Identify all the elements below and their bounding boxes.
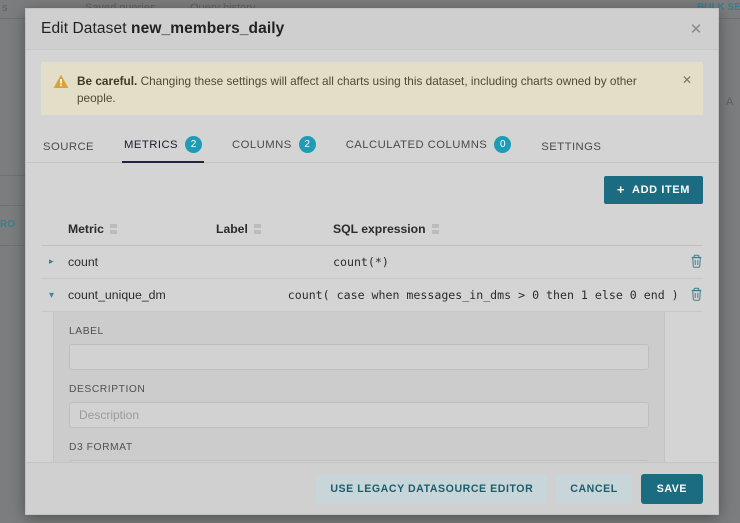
d3-format-field-group: D3 FORMAT [69, 442, 649, 462]
use-legacy-datasource-editor-button[interactable]: USE LEGACY DATASOURCE EDITOR [316, 473, 548, 504]
trash-icon[interactable] [679, 287, 703, 304]
tab-label: CALCULATED COLUMNS [345, 138, 488, 151]
tab-label: METRICS [124, 138, 179, 151]
metric-sql-expression: count(*) [333, 255, 389, 269]
modal-title-dataset-name: new_members_daily [131, 20, 285, 37]
tab-metrics[interactable]: METRICS 2 [122, 128, 205, 163]
warning-alert-body: Changing these settings will affect all … [77, 74, 637, 105]
tab-bar: SOURCE METRICS 2 COLUMNS 2 CALCULATED COLUMNS… [26, 127, 718, 163]
background-text: A [726, 96, 734, 108]
column-header-metric-label: Metric [68, 222, 104, 236]
sort-icon[interactable] [431, 224, 439, 234]
warning-alert-strong: Be careful. [77, 74, 138, 88]
tab-settings[interactable]: SETTINGS [539, 133, 603, 163]
tab-label: SOURCE [43, 141, 95, 153]
warning-alert: Be careful. Changing these settings will… [41, 62, 703, 115]
column-header-sql-expression[interactable]: SQL expression [281, 222, 703, 236]
metric-sql-expression: count( case when messages_in_dms > 0 the… [287, 288, 679, 302]
tab-count-badge: 2 [185, 136, 203, 153]
table-header-row: Metric Label SQL expression [41, 216, 703, 246]
close-icon[interactable]: ✕ [688, 22, 704, 38]
column-header-metric[interactable]: Metric [41, 222, 216, 236]
page-title: Edit Dataset new_members_daily [41, 20, 284, 38]
metrics-table: Metric Label SQL expression ▸ count count(… [26, 216, 718, 462]
add-item-button[interactable]: + ADD ITEM [603, 176, 703, 204]
modal-body: Be careful. Changing these settings will… [26, 49, 718, 462]
description-field-group: DESCRIPTION [69, 384, 649, 428]
save-button[interactable]: SAVE [640, 473, 703, 504]
label-input[interactable] [69, 344, 649, 370]
background-text: s [2, 2, 8, 14]
tab-calculated-columns[interactable]: CALCULATED COLUMNS 0 [344, 128, 514, 163]
modal-title-prefix: Edit Dataset [41, 20, 132, 37]
modal-header: Edit Dataset new_members_daily ✕ [26, 9, 718, 49]
column-header-sql-label: SQL expression [333, 222, 426, 236]
chevron-down-icon[interactable]: ▾ [41, 290, 68, 301]
column-header-label-label: Label [216, 222, 248, 236]
table-row[interactable]: ▾ count_unique_dm count( case when message… [41, 279, 703, 312]
trash-icon[interactable] [673, 254, 703, 271]
metric-editor-panel: LABEL DESCRIPTION D3 FORMAT [53, 312, 665, 462]
cancel-button[interactable]: CANCEL [556, 473, 632, 504]
close-icon[interactable]: ✕ [682, 74, 692, 86]
background-text: RO [0, 219, 15, 230]
tab-label: SETTINGS [541, 141, 602, 153]
table-body: ▸ count count(*) ▾ count_unique_dm count( cas… [41, 246, 703, 312]
tab-count-badge: 2 [298, 136, 316, 153]
table-toolbar: + ADD ITEM [26, 163, 718, 204]
description-input[interactable] [69, 402, 649, 428]
metric-name: count_unique_dm [68, 288, 166, 302]
column-header-label[interactable]: Label [216, 222, 281, 236]
tab-columns[interactable]: COLUMNS 2 [230, 128, 318, 163]
sort-icon[interactable] [109, 224, 117, 234]
d3-format-input[interactable] [69, 460, 649, 462]
label-field-group: LABEL [69, 326, 649, 370]
description-field-caption: DESCRIPTION [69, 384, 146, 395]
plus-icon: + [616, 182, 626, 197]
table-row[interactable]: ▸ count count(*) [41, 246, 703, 279]
edit-dataset-modal: Edit Dataset new_members_daily ✕ Be care… [25, 8, 719, 515]
chevron-right-icon[interactable]: ▸ [41, 257, 68, 267]
sort-icon[interactable] [253, 224, 261, 234]
tab-count-badge: 0 [494, 136, 512, 153]
d3-format-field-caption: D3 FORMAT [69, 442, 133, 453]
metric-name: count [68, 255, 99, 269]
warning-alert-text: Be careful. Changing these settings will… [75, 73, 691, 105]
tab-source[interactable]: SOURCE [41, 133, 96, 163]
add-item-label: ADD ITEM [632, 184, 690, 196]
warning-triangle-icon [53, 73, 75, 103]
tab-label: COLUMNS [232, 138, 292, 151]
label-field-caption: LABEL [69, 326, 104, 337]
modal-footer: USE LEGACY DATASOURCE EDITOR CANCEL SAVE [26, 462, 718, 514]
